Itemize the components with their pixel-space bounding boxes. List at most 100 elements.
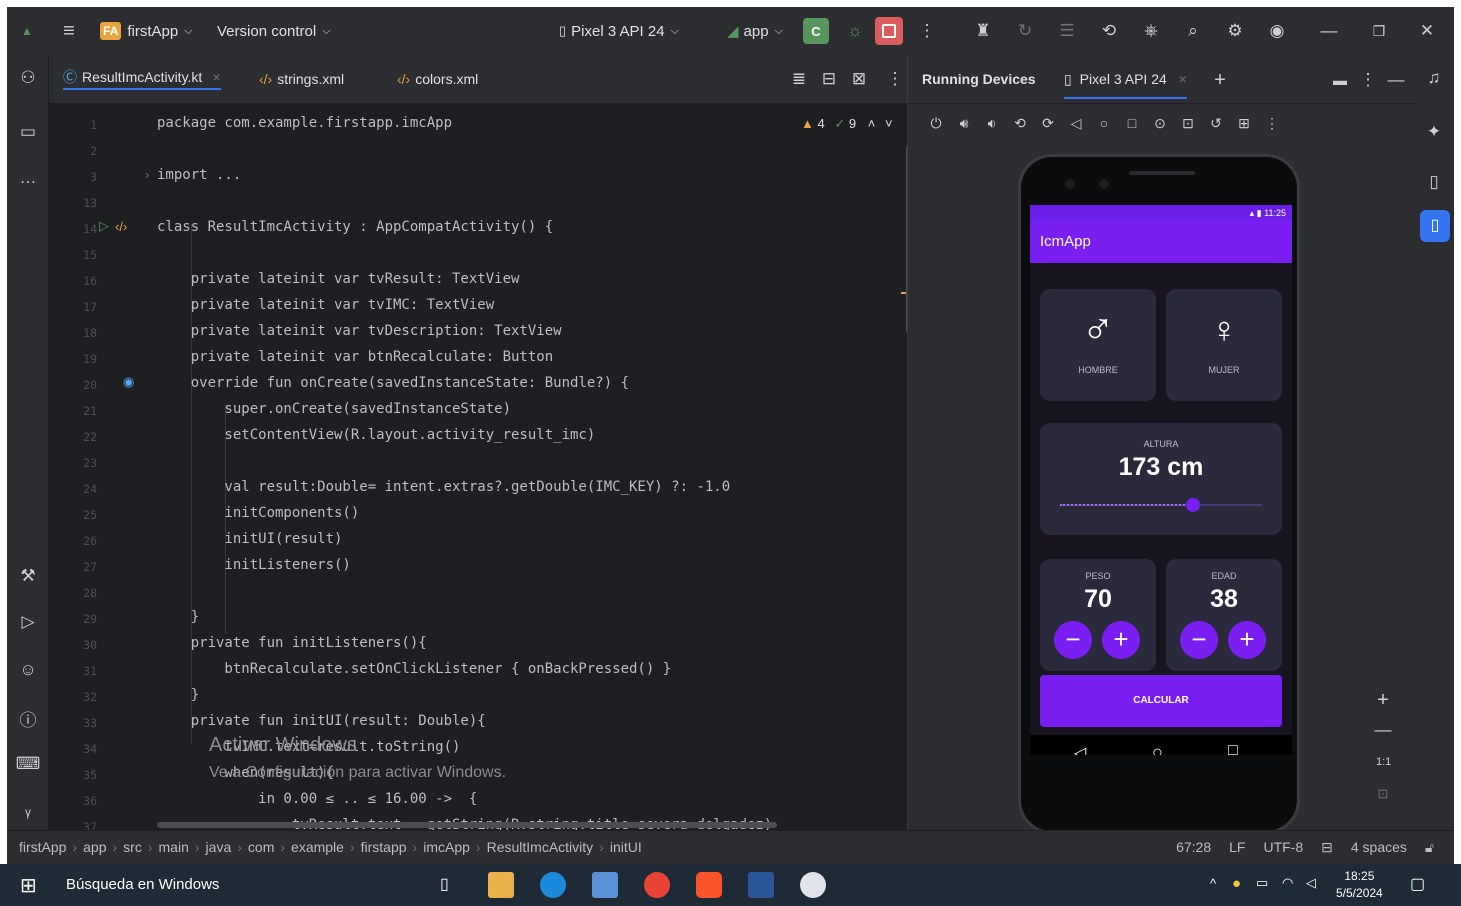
minimize-icon[interactable]: — xyxy=(1317,19,1341,43)
hamburger-menu-icon[interactable]: ≡ xyxy=(57,19,81,43)
height-slider-thumb[interactable] xyxy=(1186,498,1201,512)
restore-icon[interactable]: ❐ xyxy=(1367,19,1391,43)
tab-resultimcactivity[interactable]: Ⓒ ResultImcActivity.kt × xyxy=(63,68,221,90)
notifications-icon[interactable]: ♫ xyxy=(1422,66,1446,90)
breadcrumb-item[interactable]: ResultImcActivity xyxy=(487,839,594,855)
home-icon[interactable]: ○ xyxy=(1092,111,1116,135)
apply-changes-button[interactable]: C xyxy=(803,18,829,44)
rotate-right-icon[interactable]: ⟳ xyxy=(1036,111,1060,135)
calculate-button[interactable]: CALCULAR xyxy=(1040,675,1282,727)
clock[interactable]: 18:25 5/5/2024 xyxy=(1336,868,1383,902)
breadcrumb-item[interactable]: main xyxy=(159,839,189,855)
word-icon[interactable] xyxy=(748,872,774,898)
code-view-icon[interactable]: ≣ xyxy=(787,67,811,91)
device-manager-side-icon[interactable]: ▯ xyxy=(1422,170,1446,194)
device-more-icon[interactable]: ⋮ xyxy=(1260,111,1284,135)
tab-colors-xml[interactable]: ‹/› colors.xml xyxy=(397,68,478,90)
tab-device[interactable]: ▯ Pixel 3 API 24 × xyxy=(1064,71,1187,99)
lock-icon[interactable]: 🔓︎ xyxy=(1425,839,1434,856)
height-slider[interactable] xyxy=(1060,498,1262,512)
breadcrumb-item[interactable]: imcApp xyxy=(423,839,470,855)
screenshot-icon[interactable]: ⊙ xyxy=(1148,111,1172,135)
stop-button[interactable] xyxy=(875,17,903,45)
run-class-icon[interactable]: ▷ xyxy=(99,218,109,234)
tray-chevron-icon[interactable]: ^ xyxy=(1210,876,1216,891)
search-icon[interactable]: ⌕ xyxy=(1181,19,1205,43)
wifi-icon[interactable]: ◠ xyxy=(1282,875,1293,891)
breadcrumb-item[interactable]: app xyxy=(83,839,106,855)
chevron-down-icon[interactable]: ˅ xyxy=(885,116,893,131)
edge-icon[interactable] xyxy=(540,872,566,898)
fold-icon[interactable]: › xyxy=(145,167,149,182)
back-nav-icon[interactable]: ◁ xyxy=(1074,743,1086,755)
more-tools-icon[interactable]: … xyxy=(16,166,40,190)
screen-record-icon[interactable]: ⊡ xyxy=(1176,111,1200,135)
rotate-left-icon[interactable]: ⟲ xyxy=(1008,111,1032,135)
zoom-actual-size[interactable]: 1:1 xyxy=(1376,756,1391,768)
breadcrumb-item[interactable]: src xyxy=(123,839,142,855)
age-plus-button[interactable]: + xyxy=(1228,621,1266,659)
terminal-icon[interactable]: ⌨ xyxy=(16,752,41,776)
tab-more-icon[interactable]: ⋮ xyxy=(883,67,907,91)
sync-gradle-icon[interactable]: ⟲ xyxy=(1097,19,1121,43)
breadcrumb-item[interactable]: example xyxy=(291,839,344,855)
brave-icon[interactable] xyxy=(696,872,722,898)
zoom-fit-icon[interactable]: ⊡ xyxy=(1371,782,1395,806)
male-card[interactable]: ♂ HOMBRE xyxy=(1040,289,1156,401)
volume-icon[interactable]: ◁ xyxy=(1306,875,1316,891)
folder-icon[interactable]: ▭ xyxy=(16,120,40,144)
android-studio-taskbar-icon[interactable] xyxy=(592,872,618,898)
override-icon[interactable]: ◉ xyxy=(123,374,134,390)
close-tab-icon[interactable]: × xyxy=(212,69,220,85)
horizontal-scrollbar[interactable] xyxy=(157,822,777,828)
problems-icon[interactable]: ⓘ xyxy=(16,706,40,730)
chrome-icon[interactable] xyxy=(644,872,670,898)
project-selector[interactable]: FA firstApp ⌵ xyxy=(100,19,193,43)
snapshot-icon[interactable]: ↺ xyxy=(1204,111,1228,135)
breadcrumb-item[interactable]: initUI xyxy=(610,839,642,855)
volume-down-icon[interactable]: 🔉︎ xyxy=(980,111,1004,135)
profiler-icon[interactable]: ♜ xyxy=(971,19,995,43)
home-nav-icon[interactable]: ○ xyxy=(1152,742,1163,755)
line-separator[interactable]: LF xyxy=(1229,839,1245,856)
design-view-icon[interactable]: ⊠ xyxy=(847,67,871,91)
weight-minus-button[interactable]: − xyxy=(1054,621,1092,659)
settings-gear-icon[interactable]: ⚙ xyxy=(1223,19,1247,43)
close-tab-icon[interactable]: × xyxy=(1179,71,1187,87)
taskbar-search[interactable]: Búsqueda en Windows xyxy=(56,864,416,906)
gemini-icon[interactable]: ✦ xyxy=(1422,120,1446,144)
zoom-out-icon[interactable]: — xyxy=(1371,718,1395,742)
volume-up-icon[interactable]: 🔊︎ xyxy=(952,111,976,135)
back-icon[interactable]: ◁ xyxy=(1064,111,1088,135)
female-card[interactable]: ♀ MUJER xyxy=(1166,289,1282,401)
action-center-icon[interactable]: ▢ xyxy=(1410,874,1425,894)
layout-icon[interactable]: ☰ xyxy=(1055,19,1079,43)
add-device-icon[interactable]: + xyxy=(1208,68,1232,92)
logcat-icon[interactable]: ☺ xyxy=(16,658,40,682)
indent-setting[interactable]: 4 spaces xyxy=(1351,839,1407,856)
breadcrumb-item[interactable]: java xyxy=(206,839,232,855)
code-editor[interactable]: 1 package com.example.firstapp.imcApp 2 3 im… xyxy=(49,104,907,830)
recents-nav-icon[interactable]: □ xyxy=(1228,742,1238,755)
device-selector[interactable]: ▯ Pixel 3 API 24 ⌵ xyxy=(559,19,679,43)
running-devices-side-icon[interactable]: ▯ xyxy=(1420,210,1450,242)
age-minus-button[interactable]: − xyxy=(1180,621,1218,659)
window-options-icon[interactable]: ▬ xyxy=(1328,68,1352,92)
project-structure-icon[interactable]: ⚇ xyxy=(16,66,40,90)
task-view-icon[interactable]: ▯ xyxy=(440,874,449,894)
device-manager-icon[interactable]: ⎈ xyxy=(1139,19,1163,43)
layout-ref-icon[interactable]: ‹/› xyxy=(115,219,127,234)
power-icon[interactable]: ⏻ xyxy=(924,111,948,135)
run-config-selector[interactable]: ◢ app ⌵ xyxy=(727,19,783,43)
breadcrumb-item[interactable]: firstApp xyxy=(19,839,66,855)
hide-panel-icon[interactable]: — xyxy=(1384,68,1408,92)
extended-controls-icon[interactable]: ⊞ xyxy=(1232,111,1256,135)
more-actions-icon[interactable]: ⋮ xyxy=(915,19,939,43)
debug-icon[interactable]: ☼ xyxy=(843,19,867,43)
translate-icon[interactable]: ↻ xyxy=(1013,19,1037,43)
memory-indicator-icon[interactable]: ⊟ xyxy=(1321,839,1333,856)
inspection-widget[interactable]: ▲ 4 ✓ 9 ˄ ˅ xyxy=(801,116,893,132)
overview-icon[interactable]: □ xyxy=(1120,111,1144,135)
account-icon[interactable]: ◉ xyxy=(1265,19,1289,43)
close-icon[interactable]: ✕ xyxy=(1415,19,1439,43)
